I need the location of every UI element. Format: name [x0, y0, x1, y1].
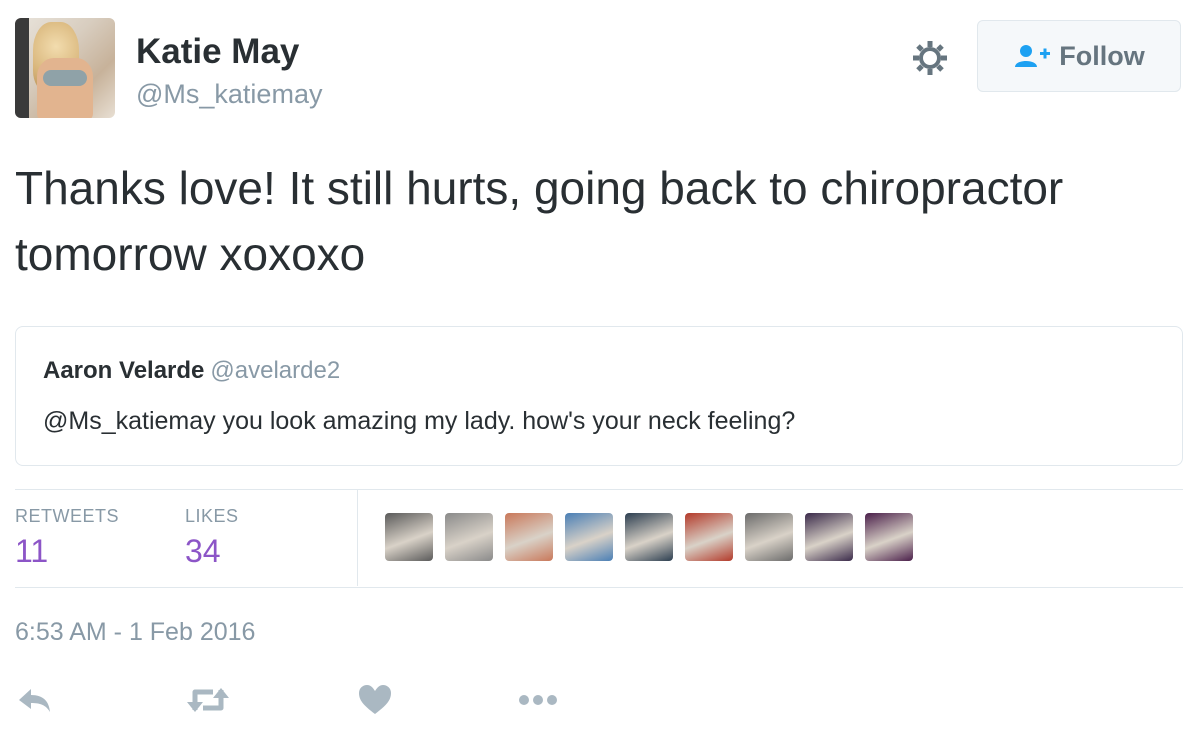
- quoted-tweet[interactable]: Aaron Velarde @avelarde2 @Ms_katiemay you…: [15, 326, 1183, 466]
- liker-avatar[interactable]: [445, 513, 493, 561]
- gear-icon[interactable]: [910, 38, 950, 78]
- tweet-actions: [15, 680, 575, 720]
- liker-avatar[interactable]: [685, 513, 733, 561]
- stats-bottom-divider: [15, 587, 1183, 588]
- quoted-author-handle: @avelarde2: [210, 357, 341, 384]
- liker-avatars: [385, 513, 913, 561]
- liker-avatar[interactable]: [565, 513, 613, 561]
- avatar-detail: [43, 70, 87, 86]
- quoted-author-name: Aaron Velarde: [43, 357, 205, 384]
- retweets-count[interactable]: 11: [15, 533, 48, 570]
- retweet-icon[interactable]: [185, 680, 231, 720]
- tweet-text: Thanks love! It still hurts, going back …: [15, 162, 1064, 280]
- follow-user-icon: [1013, 43, 1051, 69]
- tweet-timestamp[interactable]: 6:53 AM - 1 Feb 2016: [15, 618, 255, 647]
- quoted-text: @Ms_katiemay you look amazing my lady. h…: [43, 407, 796, 435]
- liker-avatar[interactable]: [505, 513, 553, 561]
- tweet-card: Katie May @Ms_katiemay Follow Thanks lov…: [0, 0, 1200, 747]
- author-avatar[interactable]: [15, 18, 115, 118]
- liker-avatar[interactable]: [625, 513, 673, 561]
- avatar-bg: [15, 18, 29, 118]
- liker-avatar[interactable]: [865, 513, 913, 561]
- follow-label: Follow: [1059, 40, 1145, 71]
- reply-icon[interactable]: [15, 680, 55, 720]
- author-name[interactable]: Katie May: [136, 32, 299, 72]
- stats-top-divider: [15, 489, 1183, 490]
- author-handle[interactable]: @Ms_katiemay: [136, 78, 322, 110]
- liker-avatar[interactable]: [385, 513, 433, 561]
- more-icon[interactable]: [515, 680, 561, 720]
- follow-button[interactable]: Follow: [977, 20, 1181, 92]
- stats-separator: [357, 490, 358, 586]
- likes-count[interactable]: 34: [185, 533, 221, 570]
- like-icon[interactable]: [355, 680, 395, 720]
- likes-label: LIKES: [185, 506, 239, 526]
- retweets-label: RETWEETS: [15, 506, 120, 526]
- quoted-author: Aaron Velarde @avelarde2: [43, 357, 340, 385]
- avatar-figure: [37, 58, 93, 118]
- liker-avatar[interactable]: [805, 513, 853, 561]
- liker-avatar[interactable]: [745, 513, 793, 561]
